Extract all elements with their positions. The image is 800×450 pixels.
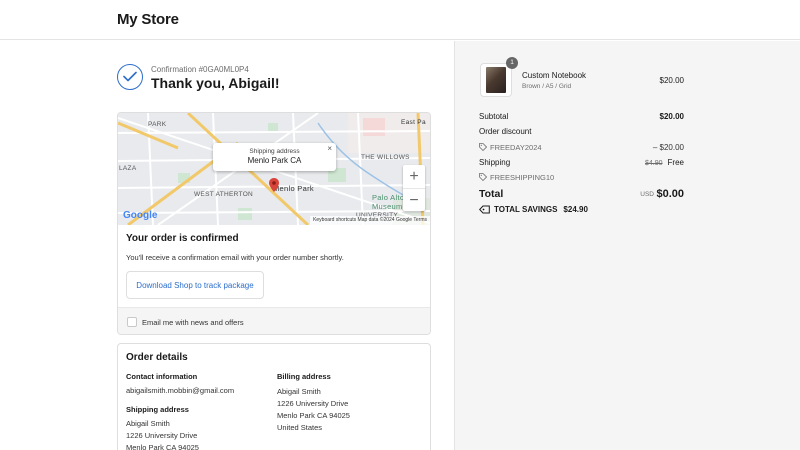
map-label: Palo Alto bbox=[372, 193, 405, 202]
discount-value: – $20.00 bbox=[652, 143, 684, 152]
tag-icon bbox=[479, 173, 488, 182]
download-shop-button[interactable]: Download Shop to track package bbox=[126, 271, 264, 299]
total-label: Total bbox=[479, 188, 504, 200]
subtotal-value: $20.00 bbox=[659, 112, 684, 121]
main-content: Confirmation #0GA0ML0P4 Thank you, Abiga… bbox=[0, 41, 454, 450]
savings-tag-icon bbox=[479, 205, 490, 214]
close-icon[interactable]: × bbox=[327, 144, 332, 153]
shipping-line: Menlo Park CA 94025 bbox=[126, 443, 199, 450]
total-value: $0.00 bbox=[656, 188, 684, 200]
order-confirmed-text: You'll receive a confirmation email with… bbox=[126, 253, 344, 262]
newsletter-checkbox[interactable] bbox=[127, 317, 137, 327]
confirmation-number: Confirmation #0GA0ML0P4 bbox=[151, 65, 249, 74]
check-circle-icon bbox=[117, 64, 143, 90]
map-attribution[interactable]: Keyboard shortcuts Map data ©2024 Google… bbox=[310, 216, 430, 225]
shipping-value: Free bbox=[667, 158, 684, 167]
billing-heading: Billing address bbox=[277, 372, 331, 381]
google-logo[interactable]: Google bbox=[123, 210, 157, 221]
shipping-code-row: FREESHIPPING10 bbox=[479, 173, 554, 182]
product-price: $20.00 bbox=[659, 76, 684, 85]
savings-label: TOTAL SAVINGS bbox=[494, 205, 558, 214]
order-details-card: Order details Contact information abigai… bbox=[117, 343, 431, 450]
map-popup: Shipping address Menlo Park CA × bbox=[213, 143, 336, 171]
product-name: Custom Notebook bbox=[522, 71, 587, 80]
shipping-code: FREESHIPPING10 bbox=[490, 173, 555, 182]
billing-line: Menlo Park CA 94025 bbox=[277, 411, 350, 420]
contact-heading: Contact information bbox=[126, 372, 198, 381]
billing-line: 1226 University Drive bbox=[277, 399, 349, 408]
product-image bbox=[486, 67, 506, 93]
product-thumbnail bbox=[480, 63, 512, 97]
store-name[interactable]: My Store bbox=[117, 11, 179, 28]
shipping-label: Shipping bbox=[479, 158, 511, 167]
discount-label: Order discount bbox=[479, 127, 532, 136]
subtotal-label: Subtotal bbox=[479, 112, 509, 121]
page-title: Thank you, Abigail! bbox=[151, 75, 280, 91]
map-label: East Pa bbox=[401, 119, 426, 126]
order-status-card: PARK East Pa THE WILLOWS WEST ATHERTON M… bbox=[117, 112, 431, 335]
map-label: THE WILLOWS bbox=[361, 154, 410, 161]
shipping-heading: Shipping address bbox=[126, 405, 189, 414]
header: My Store bbox=[0, 0, 800, 40]
map-label: Menlo Park bbox=[273, 184, 314, 193]
shipping-old-price: $4.90 bbox=[645, 160, 663, 167]
newsletter-row[interactable]: Email me with news and offers bbox=[118, 307, 430, 334]
shipping-value-wrap: $4.90 Free bbox=[645, 158, 684, 167]
popup-title: Shipping address bbox=[249, 148, 300, 155]
popup-city: Menlo Park CA bbox=[247, 156, 302, 165]
order-summary: 1 Custom Notebook Brown / A5 / Grid $20.… bbox=[454, 41, 800, 450]
shipping-map[interactable]: PARK East Pa THE WILLOWS WEST ATHERTON M… bbox=[118, 113, 430, 225]
billing-line: Abigail Smith bbox=[277, 387, 321, 396]
savings-value: $24.90 bbox=[563, 205, 588, 214]
order-details-title: Order details bbox=[126, 352, 188, 363]
map-label: WEST ATHERTON bbox=[194, 191, 254, 198]
product-variant: Brown / A5 / Grid bbox=[522, 83, 572, 90]
tag-icon bbox=[479, 143, 488, 152]
billing-line: United States bbox=[277, 423, 323, 432]
shipping-line: 1226 University Drive bbox=[126, 431, 198, 440]
zoom-in-button[interactable]: + bbox=[403, 165, 425, 188]
total-currency: USD bbox=[640, 191, 654, 198]
map-label: PARK bbox=[148, 121, 167, 128]
newsletter-label: Email me with news and offers bbox=[142, 318, 244, 327]
discount-code-row: FREEDAY2024 bbox=[479, 143, 542, 152]
discount-code: FREEDAY2024 bbox=[490, 143, 542, 152]
order-confirmed-title: Your order is confirmed bbox=[126, 233, 239, 244]
map-label: LAZA bbox=[119, 165, 137, 172]
map-zoom-controls: + − bbox=[403, 165, 425, 211]
contact-email: abigailsmith.mobbin@gmail.com bbox=[126, 386, 235, 395]
zoom-out-button[interactable]: − bbox=[403, 188, 425, 211]
quantity-badge: 1 bbox=[506, 57, 518, 69]
shipping-line: Abigail Smith bbox=[126, 419, 170, 428]
total-savings: TOTAL SAVINGS $24.90 bbox=[479, 205, 588, 214]
